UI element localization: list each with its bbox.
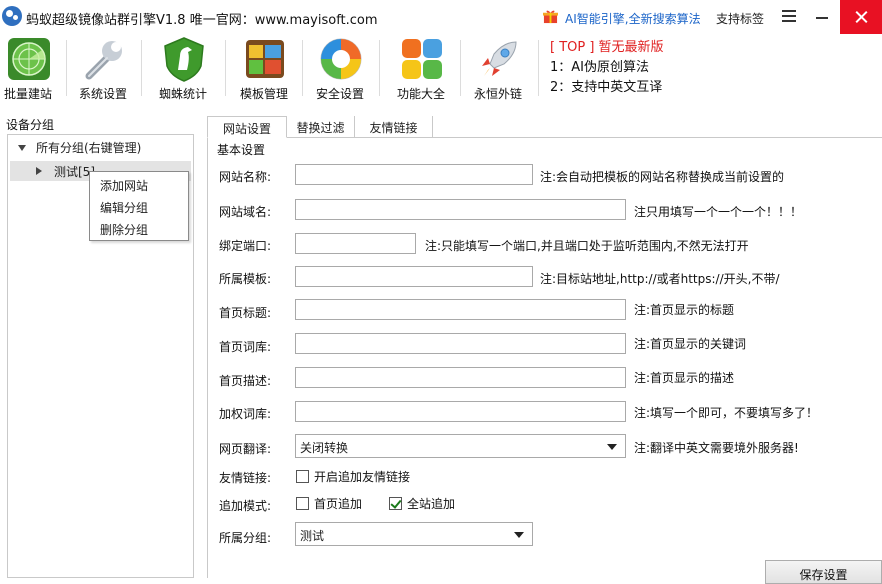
toolbar-all-features-button[interactable]: 功能大全 [385, 34, 457, 104]
chevron-down-icon [514, 532, 524, 538]
template-note: 注:目标站地址,http://或者https://开头,不带/ [540, 272, 780, 286]
tab-site-settings[interactable]: 网站设置 [207, 116, 287, 138]
news-panel: [ TOP ] 暂无最新版 1：AI伪原创算法 2：支持中英文互译 [550, 38, 664, 98]
rocket-icon [482, 41, 517, 76]
home-desc-label: 首页描述: [219, 374, 272, 388]
weight-keywords-label: 加权词库: [219, 407, 272, 421]
collapsed-arrow-icon [36, 167, 42, 175]
port-note: 注:只能填写一个端口,并且端口处于监听范围内,不然无法打开 [425, 239, 749, 253]
app-logo-icon [2, 6, 22, 26]
toolbar-label: 系统设置 [78, 87, 127, 101]
menu-icon[interactable] [782, 10, 796, 22]
site-append-option: 全站追加 [407, 497, 456, 511]
home-desc-note: 注:首页显示的描述 [634, 371, 735, 385]
tab-replace-filter[interactable]: 替换过滤 [287, 116, 355, 138]
settings-tabs: 网站设置 替换过滤 友情链接 [207, 116, 882, 138]
site-name-input[interactable] [295, 164, 533, 185]
wrench-icon [85, 41, 122, 80]
site-name-label: 网站名称: [219, 170, 272, 184]
tree-root-node[interactable]: 所有分组(右键管理) [18, 139, 141, 156]
news-line: 1：AI伪原创算法 [550, 60, 649, 75]
weight-keywords-note: 注:填写一个即可，不要填写多了！ [634, 406, 819, 420]
toolbar-divider [538, 40, 539, 96]
news-headline: [ TOP ] 暂无最新版 [550, 40, 664, 55]
home-keywords-input[interactable] [295, 333, 626, 354]
toolbar-label: 模板管理 [239, 87, 288, 101]
save-button[interactable]: 保存设置 [765, 560, 882, 584]
group-panel-title: 设备分组 [6, 118, 55, 132]
home-title-note: 注:首页显示的标题 [634, 303, 735, 317]
port-input[interactable] [295, 233, 416, 254]
template-label: 所属模板: [219, 272, 272, 286]
toolbar-system-settings-button[interactable]: 系统设置 [67, 34, 139, 104]
home-append-option: 首页追加 [314, 497, 363, 511]
toolbar-template-manage-button[interactable]: 模板管理 [228, 34, 300, 104]
template-icon [246, 40, 284, 78]
tab-friend-links[interactable]: 友情链接 [355, 116, 433, 138]
home-title-input[interactable] [295, 299, 626, 320]
site-append-checkbox[interactable] [389, 497, 402, 510]
tree-root-label: 所有分组(右键管理) [36, 141, 142, 155]
toolbar-label: 永恒外链 [473, 87, 522, 101]
radar-icon [8, 38, 50, 80]
home-append-checkbox[interactable] [296, 497, 309, 510]
toolbar-bulk-build-button[interactable]: 批量建站 [0, 34, 64, 104]
toolbar-divider [302, 40, 303, 96]
weight-keywords-input[interactable] [295, 401, 626, 422]
expanded-arrow-icon [18, 145, 26, 151]
domain-label: 网站域名: [219, 205, 272, 219]
friend-links-option: 开启追加友情链接 [314, 470, 411, 484]
home-keywords-label: 首页词库: [219, 340, 272, 354]
menu-item-delete-group[interactable]: 删除分组 [100, 221, 148, 238]
toolbar-divider [141, 40, 142, 96]
toolbar-permanent-links-button[interactable]: 永恒外链 [462, 34, 534, 104]
friend-links-checkbox[interactable] [296, 470, 309, 483]
toolbar-divider [460, 40, 461, 96]
context-menu: 添加网站 编辑分组 删除分组 [89, 171, 189, 241]
site-name-note: 注:会自动把模板的网站名称替换成当前设置的 [540, 170, 785, 184]
close-icon[interactable] [840, 0, 882, 34]
news-line: 2：支持中英文互译 [550, 80, 663, 95]
translate-selected-value: 关闭转换 [300, 441, 349, 455]
group-selected-value: 测试 [300, 529, 325, 543]
toolbar-spider-stats-button[interactable]: 蜘蛛统计 [147, 34, 219, 104]
domain-input[interactable] [295, 199, 626, 220]
toolbar-security-settings-button[interactable]: 安全设置 [304, 34, 376, 104]
template-input[interactable] [295, 266, 533, 287]
support-tags-link[interactable]: 支持标签 [716, 10, 764, 27]
security-icon [320, 38, 362, 80]
port-label: 绑定端口: [219, 239, 272, 253]
gift-icon [543, 10, 558, 24]
toolbar: 批量建站 系统设置 蜘蛛统计 模板管理 安全设置 功能大全 永恒外链 [0, 34, 882, 106]
toolbar-label: 功能大全 [396, 87, 445, 101]
translate-select[interactable]: 关闭转换 [295, 434, 626, 458]
shield-horse-icon [164, 37, 204, 82]
title-bar: 蚂蚁超级镜像站群引擎V1.8 唯一官网：www.mayisoft.com AI智… [0, 0, 882, 34]
window-title: 蚂蚁超级镜像站群引擎V1.8 唯一官网：www.mayisoft.com [26, 13, 378, 28]
toolbar-label: 批量建站 [3, 87, 52, 101]
translate-label: 网页翻译: [219, 442, 272, 456]
home-desc-input[interactable] [295, 367, 626, 388]
group-label: 所属分组: [219, 531, 272, 545]
ai-promo-link[interactable]: AI智能引擎,全新搜索算法 [565, 10, 701, 27]
group-select[interactable]: 测试 [295, 522, 533, 546]
menu-item-add-site[interactable]: 添加网站 [100, 177, 148, 194]
home-title-label: 首页标题: [219, 306, 272, 320]
domain-note: 注只用填写一个一个一个！！！ [634, 205, 803, 219]
tiles-icon [402, 39, 442, 79]
section-title: 基本设置 [217, 143, 266, 157]
toolbar-divider [379, 40, 380, 96]
append-mode-label: 追加模式: [219, 499, 272, 513]
toolbar-label: 蜘蛛统计 [158, 87, 207, 101]
menu-item-edit-group[interactable]: 编辑分组 [100, 199, 148, 216]
friend-links-label: 友情链接: [219, 471, 272, 485]
home-keywords-note: 注:首页显示的关键词 [634, 337, 747, 351]
toolbar-label: 安全设置 [315, 87, 364, 101]
toolbar-divider [225, 40, 226, 96]
chevron-down-icon [607, 444, 617, 450]
minimize-icon[interactable] [816, 17, 828, 19]
translate-note: 注:翻译中英文需要境外服务器! [634, 441, 799, 455]
